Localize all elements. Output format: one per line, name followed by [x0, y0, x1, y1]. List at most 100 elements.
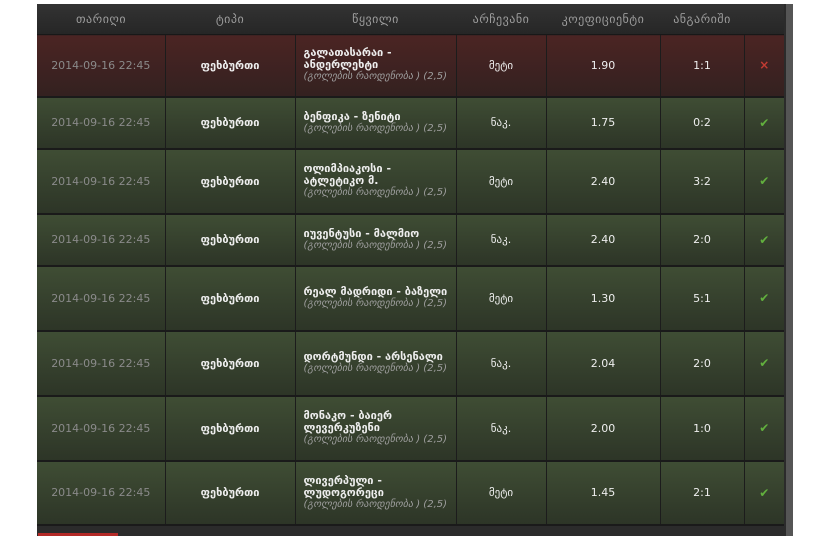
check-icon: ✔ [759, 485, 770, 500]
row-score: 2:0 [660, 213, 745, 267]
match-title: რეალ მადრიდი - ბაზელი [303, 285, 448, 298]
check-icon: ✔ [759, 115, 770, 130]
row-score: 1:1 [660, 34, 745, 98]
table-row[interactable]: 2014-09-16 22:45 ფეხბურთი ბენფიკა - ზენი… [37, 96, 784, 150]
row-type: ფეხბურთი [165, 96, 296, 150]
row-match: ლივერპული - ლუდოგორეცი (გოლების რაოდენობ… [295, 460, 457, 526]
match-detail: (გოლების რაოდენობა ) (2,5) [303, 71, 448, 83]
match-detail: (გოლების რაოდენობა ) (2,5) [303, 298, 448, 309]
row-type: ფეხბურთი [165, 213, 296, 267]
row-date: 2014-09-16 22:45 [37, 330, 166, 397]
row-type: ფეხბურთი [165, 148, 296, 215]
row-bet: ნაკ. [456, 213, 547, 267]
row-date: 2014-09-16 22:45 [37, 34, 166, 98]
check-icon: ✔ [759, 421, 770, 435]
row-match: ბენფიკა - ზენიტი (გოლების რაოდენობა ) (2… [295, 96, 457, 150]
row-type: ფეხბურთი [165, 330, 296, 397]
row-match: დორტმუნდი - არსენალი (გოლების რაოდენობა … [295, 330, 457, 397]
row-score: 5:1 [660, 265, 745, 332]
table-row[interactable]: 2014-09-16 22:45 ფეხბურთი დორტმუნდი - არ… [37, 330, 784, 397]
row-score: 2:1 [660, 460, 745, 526]
scrollbar-thumb[interactable] [786, 4, 793, 536]
check-icon: ✔ [759, 291, 770, 305]
row-type: ფეხბურთი [165, 265, 296, 332]
row-date: 2014-09-16 22:45 [37, 148, 166, 215]
header-bet[interactable]: არჩევანი [456, 4, 546, 35]
header-match[interactable]: წყვილი [295, 4, 456, 35]
row-score: 1:0 [660, 395, 745, 462]
header-score[interactable]: ანგარიში [660, 4, 744, 35]
table-row[interactable]: 2014-09-16 22:45 ფეხბურთი რეალ მადრიდი -… [37, 265, 784, 332]
check-icon: ✔ [759, 174, 770, 188]
row-date: 2014-09-16 22:45 [37, 395, 166, 462]
match-detail: (გოლების რაოდენობა ) (2,5) [303, 363, 448, 374]
row-odds: 2.40 [546, 148, 661, 215]
row-bet: ნაკ. [456, 330, 547, 397]
row-result: ✔ [744, 213, 784, 267]
row-bet: ნაკ. [456, 96, 547, 150]
row-odds: 1.45 [546, 460, 661, 526]
row-type: ფეხბურთი [165, 395, 296, 462]
row-bet: მეტი [456, 34, 547, 98]
row-bet: ნაკ. [456, 395, 547, 462]
table-row[interactable]: 2014-09-16 22:45 ფეხბურთი ლივერპული - ლუ… [37, 460, 784, 526]
header-type[interactable]: ტიპი [165, 4, 295, 35]
match-title: მონაკო - ბაიერ ლევერკუზენი [303, 409, 393, 434]
row-odds: 2.00 [546, 395, 661, 462]
check-icon: ✔ [759, 356, 770, 370]
row-bet: მეტი [456, 460, 547, 526]
row-odds: 1.30 [546, 265, 661, 332]
match-title: ლივერპული - ლუდოგორეცი [303, 473, 384, 499]
row-result: × [744, 34, 784, 98]
row-date: 2014-09-16 22:45 [37, 265, 166, 332]
match-detail: (გოლების რაოდენობა ) (2,5) [303, 498, 448, 510]
match-title: ბენფიკა - ზენიტი [303, 109, 401, 123]
row-match: ოლიმპიაკოსი - ატლეტიკო მ. (გოლების რაოდე… [295, 148, 457, 215]
row-score: 2:0 [660, 330, 745, 397]
header-odds[interactable]: კოეფიციენტი [546, 4, 660, 35]
vertical-scrollbar[interactable] [786, 4, 793, 536]
match-detail: (გოლების რაოდენობა ) (2,5) [303, 239, 448, 251]
table-row[interactable]: 2014-09-16 22:45 ფეხბურთი მონაკო - ბაიერ… [37, 395, 784, 462]
table-row[interactable]: 2014-09-16 22:45 ფეხბურთი გალათასარაი - … [37, 34, 784, 98]
row-odds: 2.04 [546, 330, 661, 397]
row-bet: მეტი [456, 265, 547, 332]
row-result: ✔ [744, 330, 784, 397]
header-date[interactable]: თარიღი [37, 4, 165, 35]
row-date: 2014-09-16 22:45 [37, 460, 166, 526]
match-title: ოლიმპიაკოსი - ატლეტიკო მ. [303, 162, 392, 187]
row-bet: მეტი [456, 148, 547, 215]
row-score: 0:2 [660, 96, 745, 150]
table-row[interactable]: 2014-09-16 22:45 ფეხბურთი ოლიმპიაკოსი - … [37, 148, 784, 215]
row-match: მონაკო - ბაიერ ლევერკუზენი (გოლების რაოდ… [295, 395, 457, 462]
row-score: 3:2 [660, 148, 745, 215]
row-date: 2014-09-16 22:45 [37, 213, 166, 267]
match-detail: (გოლების რაოდენობა ) (2,5) [303, 122, 448, 134]
match-title: იუვენტუსი - მალმიო [303, 226, 420, 240]
row-match: იუვენტუსი - მალმიო (გოლების რაოდენობა ) … [295, 213, 457, 267]
row-type: ფეხბურთი [165, 460, 296, 526]
row-type: ფეხბურთი [165, 34, 296, 98]
bets-history-panel: თარიღი ტიპი წყვილი არჩევანი კოეფიციენტი … [37, 4, 793, 536]
row-odds: 2.40 [546, 213, 661, 267]
table-header-row: თარიღი ტიპი წყვილი არჩევანი კოეფიციენტი … [37, 4, 784, 35]
lost-icon: × [759, 58, 770, 73]
row-result: ✔ [744, 148, 784, 215]
match-title: დორტმუნდი - არსენალი [303, 350, 443, 363]
header-result [744, 4, 784, 35]
row-result: ✔ [744, 395, 784, 462]
row-result: ✔ [744, 265, 784, 332]
row-odds: 1.75 [546, 96, 661, 150]
check-icon: ✔ [759, 232, 770, 247]
row-date: 2014-09-16 22:45 [37, 96, 166, 150]
row-match: გალათასარაი - ანდერლეხტი (გოლების რაოდენ… [295, 34, 457, 98]
row-match: რეალ მადრიდი - ბაზელი (გოლების რაოდენობა… [295, 265, 457, 332]
row-result: ✔ [744, 96, 784, 150]
match-title: გალათასარაი - ანდერლეხტი [303, 46, 392, 72]
match-detail: (გოლების რაოდენობა ) (2,5) [303, 434, 448, 445]
match-detail: (გოლების რაოდენობა ) (2,5) [303, 187, 448, 198]
bets-table: თარიღი ტიპი წყვილი არჩევანი კოეფიციენტი … [37, 4, 784, 526]
table-row[interactable]: 2014-09-16 22:45 ფეხბურთი იუვენტუსი - მა… [37, 213, 784, 267]
row-odds: 1.90 [546, 34, 661, 98]
row-result: ✔ [744, 460, 784, 526]
